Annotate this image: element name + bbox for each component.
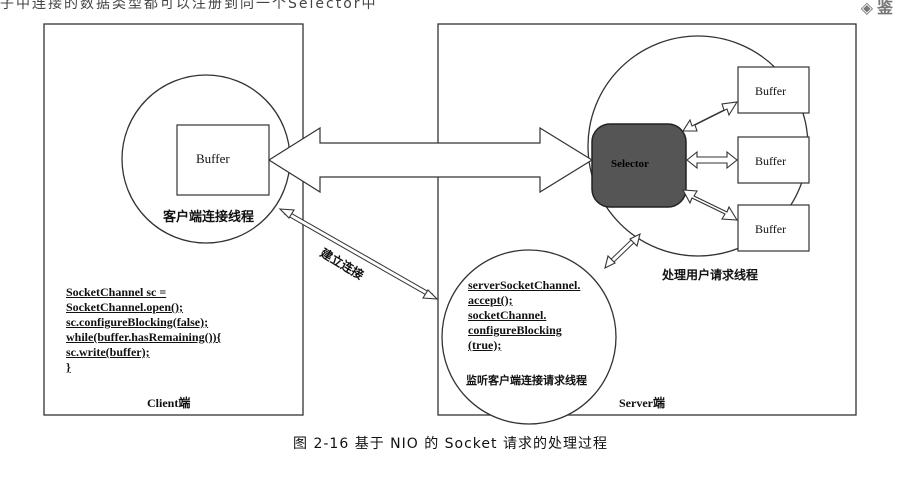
client-code-line: SocketChannel sc = xyxy=(66,285,167,299)
client-code-line: sc.configureBlocking(false); xyxy=(66,315,209,329)
diagram-graphics xyxy=(43,23,857,425)
top-text-fragment: 子中连接的数据类型都可以注册到同一个Selector中 xyxy=(0,0,378,12)
client-buffer-label: Buffer xyxy=(196,151,230,166)
server-buffer-label-2: Buffer xyxy=(755,154,787,168)
listener-code-line: accept(); xyxy=(468,293,513,307)
buffer-selector-arrow xyxy=(267,126,594,194)
listener-code-line: serverSocketChannel. xyxy=(468,278,581,292)
corner-fragment: ◈ 鉴 xyxy=(860,0,893,17)
listener-code-line: configureBlocking xyxy=(468,323,562,337)
listener-code-line: socketChannel. xyxy=(468,308,547,322)
client-footer-label: Client端 xyxy=(147,396,191,410)
client-code-line: while(buffer.hasRemaining()){ xyxy=(66,330,222,344)
client-code-line: sc.write(buffer); xyxy=(66,345,150,359)
listener-code-line: (true); xyxy=(468,338,502,352)
diagram: 子中连接的数据类型都可以注册到同一个Selector中 ◈ 鉴 Buffer 客… xyxy=(0,0,901,478)
figure-caption: 图 2-16 基于 NIO 的 Socket 请求的处理过程 xyxy=(293,436,608,452)
listener-code-block: serverSocketChannel. accept(); socketCha… xyxy=(468,278,580,353)
server-buffer-label-3: Buffer xyxy=(755,222,787,236)
server-footer-label: Server端 xyxy=(619,396,665,410)
client-code-line: SocketChannel.open(); xyxy=(66,300,184,314)
client-code-line: } xyxy=(66,360,71,374)
client-thread-label: 客户端连接线程 xyxy=(163,210,255,225)
listener-thread-label: 监听客户端连接请求线程 xyxy=(466,374,587,387)
handler-thread-label: 处理用户请求线程 xyxy=(662,268,759,282)
server-buffer-label-1: Buffer xyxy=(755,84,787,98)
client-code-block: SocketChannel sc = SocketChannel.open();… xyxy=(66,285,221,375)
selector-label: Selector xyxy=(611,158,649,170)
